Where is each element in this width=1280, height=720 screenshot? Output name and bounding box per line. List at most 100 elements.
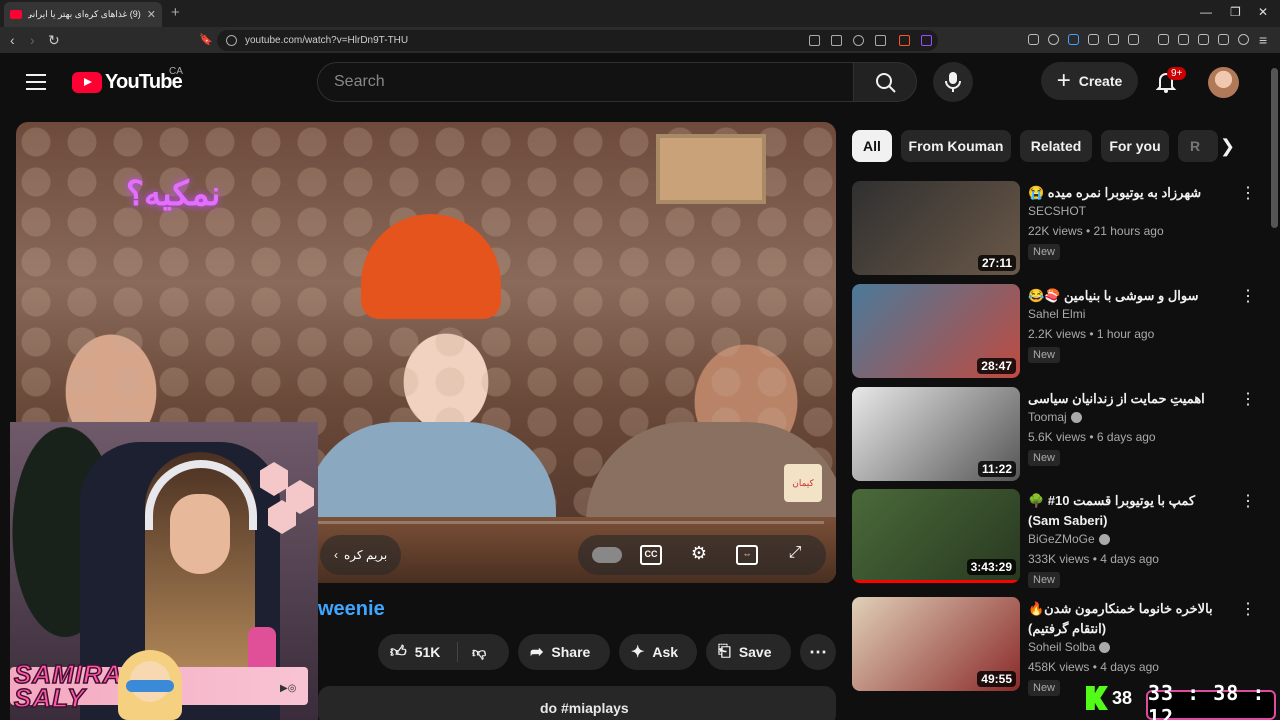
channel-name[interactable]: Toomaj (1028, 410, 1082, 424)
video-thumbnail[interactable]: 3:43:29 (852, 489, 1020, 583)
more-options-icon[interactable]: ⋮ (1240, 601, 1256, 619)
neon-sign-text: نمکیه؟ (126, 175, 221, 213)
more-actions-button[interactable]: ⋯ (800, 634, 836, 670)
recommendation-item[interactable]: 3:43:29 کمپ با یوتیوبرا قسمت 10# 🌳 (Sam … (852, 489, 1272, 588)
wallet-icon[interactable] (1198, 34, 1209, 45)
stream-timer: 33 : 38 : 12 (1146, 681, 1276, 720)
browser-tab[interactable]: (9) غذاهای کره‌ای بهتر یا ایرانی؟! ✕ (4, 2, 162, 27)
channel-name[interactable]: SECSHOT (1028, 204, 1086, 218)
chip-all[interactable]: All (852, 130, 892, 162)
brave-shield-icon[interactable] (899, 35, 910, 46)
browser-menu-icon[interactable]: ≡ (1259, 32, 1267, 48)
hamburger-menu-icon[interactable] (26, 74, 46, 90)
close-window-icon[interactable]: ✕ (1258, 5, 1268, 19)
chevron-right-icon[interactable]: ❯ (1220, 136, 1235, 157)
video-thumbnail[interactable]: 27:11 (852, 181, 1020, 275)
recommendation-title[interactable]: شهرزاد به یوتیوبرا نمره میده 😭 (1028, 183, 1228, 203)
site-info-icon[interactable] (226, 35, 237, 46)
extension-icon[interactable] (1088, 34, 1099, 45)
theater-mode-icon[interactable]: ⇔ (736, 545, 758, 565)
sparkle-icon: ✦ (631, 644, 645, 661)
recommendation-title[interactable]: اهمیتِ حمایت از زندانیان سیاسی (1028, 389, 1228, 409)
youtube-logo[interactable]: YouTube (72, 71, 183, 94)
chip-from-kouman[interactable]: From Kouman (901, 130, 1011, 162)
zoom-icon[interactable] (853, 35, 864, 46)
verified-icon (1099, 641, 1111, 653)
extension-icon[interactable] (1048, 34, 1059, 45)
browser-tabbar: (9) غذاهای کره‌ای بهتر یا ایرانی؟! ✕ + —… (0, 0, 1280, 27)
autoplay-toggle[interactable] (592, 547, 622, 563)
more-options-icon[interactable]: ⋮ (1240, 493, 1256, 511)
bookmark-icon[interactable]: 🔖 (199, 32, 213, 48)
share-page-icon[interactable] (875, 35, 886, 46)
share-button[interactable]: ➦ Share (518, 634, 610, 670)
recommendation-item[interactable]: 11:22 اهمیتِ حمایت از زندانیان سیاسی Too… (852, 387, 1272, 483)
verified-icon (1098, 533, 1110, 545)
search-icon (876, 73, 896, 93)
video-thumbnail[interactable]: 11:22 (852, 387, 1020, 481)
streamer-webcam-overlay: SAMIRA SALY ▶◎ (10, 422, 318, 720)
like-button[interactable]: 👍︎ 51K (390, 643, 440, 662)
account-avatar[interactable] (1208, 67, 1239, 98)
search-input[interactable]: Search (317, 62, 854, 102)
url-text: youtube.com/watch?v=HlrDn9T-THU (245, 35, 409, 46)
forward-icon[interactable]: › (30, 32, 35, 48)
create-label: Create (1078, 73, 1123, 89)
leo-ai-icon[interactable] (1218, 34, 1229, 45)
like-dislike-group: 👍︎ 51K 👎︎ (378, 634, 509, 670)
address-bar[interactable]: youtube.com/watch?v=HlrDn9T-THU (217, 30, 938, 51)
minimize-icon[interactable]: — (1200, 5, 1212, 19)
restore-icon[interactable]: ❐ (1230, 5, 1241, 19)
chip-for-you[interactable]: For you (1101, 130, 1169, 162)
media-icon[interactable] (1158, 34, 1169, 45)
player-controls: CC ⚙ ⇔ ⤢ (578, 535, 826, 575)
recommendation-title[interactable]: بالاخره خانوما خمنکارمون شدن🔥(انتقام گرف… (1028, 599, 1228, 639)
recommendation-item[interactable]: 49:55 بالاخره خانوما خمنکارمون شدن🔥(انتق… (852, 597, 1272, 696)
extension-icon[interactable] (1028, 34, 1039, 45)
page-scrollbar[interactable] (1271, 68, 1278, 228)
chapter-skip-button[interactable]: بریم کره › (320, 535, 402, 575)
fullscreen-icon[interactable]: ⤢ (784, 544, 806, 564)
thumbs-down-icon[interactable]: 👎︎ (472, 644, 486, 661)
video-meta: 2.2K views • 1 hour ago (1028, 327, 1155, 341)
channel-name[interactable]: BiGeZMoGe (1028, 532, 1110, 546)
puzzle-icon[interactable] (1108, 34, 1119, 45)
more-options-icon[interactable]: ⋮ (1240, 391, 1256, 409)
vpn-icon[interactable] (1238, 34, 1249, 45)
create-button[interactable]: + Create (1041, 62, 1138, 100)
tracking-icon[interactable] (809, 35, 820, 46)
new-tab-icon[interactable]: + (171, 4, 180, 21)
extension-icon[interactable] (1068, 34, 1079, 45)
recommendation-title[interactable]: سوال و سوشی با بنیامین 🍣😂 (1028, 286, 1228, 306)
subtitles-icon[interactable]: CC (640, 545, 662, 565)
video-title[interactable]: weenie (318, 598, 385, 621)
notification-count-badge: 9+ (1167, 67, 1187, 80)
channel-name[interactable]: Soheil Solba (1028, 640, 1111, 654)
reload-icon[interactable]: ↻ (48, 32, 60, 48)
video-thumbnail[interactable]: 28:47 (852, 284, 1020, 378)
video-meta: 333K views • 4 days ago (1028, 552, 1159, 566)
settings-gear-icon[interactable]: ⚙ (688, 543, 710, 563)
voice-search-button[interactable] (933, 62, 973, 102)
recommendation-title[interactable]: کمپ با یوتیوبرا قسمت 10# 🌳 (Sam Saberi) (1028, 491, 1228, 531)
back-icon[interactable]: ‹ (10, 32, 15, 48)
ask-button[interactable]: ✦ Ask (619, 634, 697, 670)
screenshot-icon[interactable] (1128, 34, 1139, 45)
chip-recent[interactable]: R (1178, 130, 1218, 162)
close-tab-icon[interactable]: ✕ (147, 8, 156, 21)
chip-related[interactable]: Related (1020, 130, 1092, 162)
save-button[interactable]: ⎗ Save (706, 634, 791, 670)
chapter-label: بریم کره (344, 548, 388, 562)
channel-name[interactable]: Sahel Elmi (1028, 307, 1085, 321)
rewards-icon[interactable] (921, 35, 932, 46)
cast-icon[interactable] (831, 35, 842, 46)
plus-icon: + (1056, 67, 1071, 94)
video-thumbnail[interactable]: 49:55 (852, 597, 1020, 691)
search-button[interactable] (853, 62, 917, 102)
recommendation-item[interactable]: 28:47 سوال و سوشی با بنیامین 🍣😂 Sahel El… (852, 284, 1272, 380)
recommendation-item[interactable]: 27:11 شهرزاد به یوتیوبرا نمره میده 😭 SEC… (852, 181, 1272, 277)
more-options-icon[interactable]: ⋮ (1240, 185, 1256, 203)
kick-logo-icon (1086, 686, 1108, 710)
sidebar-icon[interactable] (1178, 34, 1189, 45)
more-options-icon[interactable]: ⋮ (1240, 288, 1256, 306)
